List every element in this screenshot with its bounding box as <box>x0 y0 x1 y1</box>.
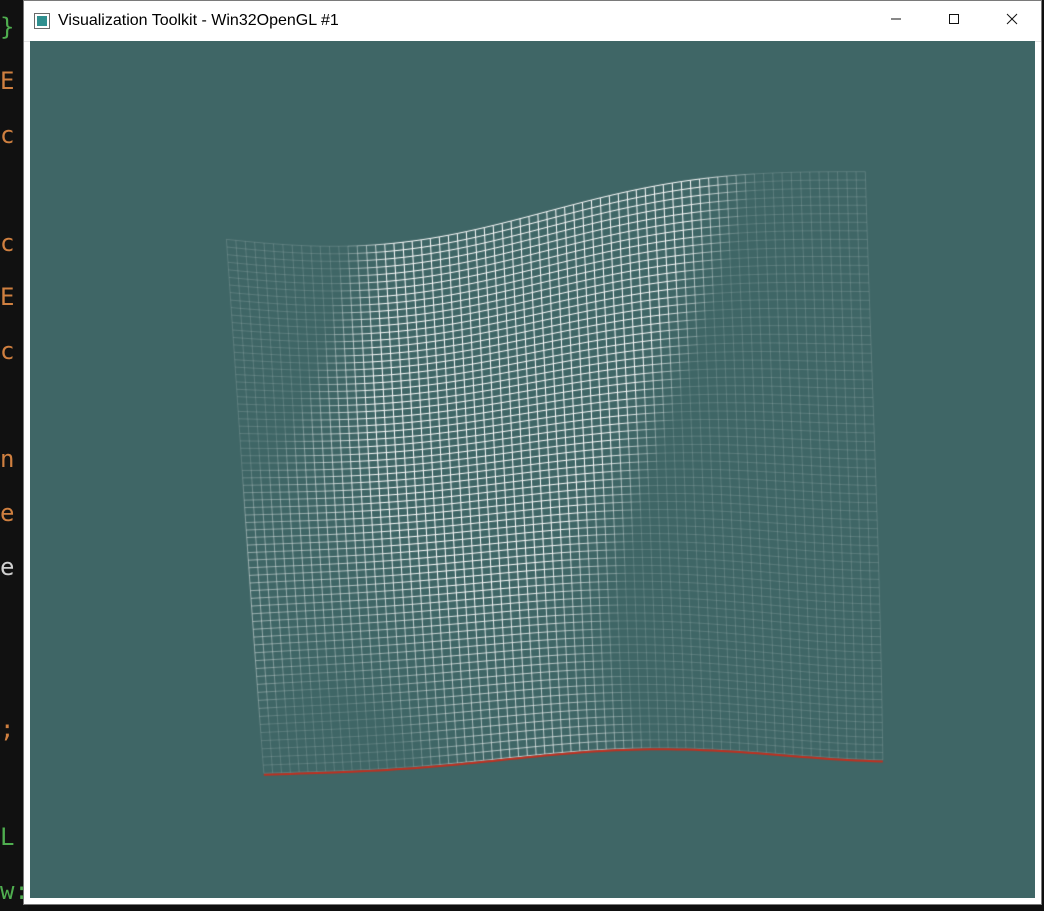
titlebar[interactable]: Visualization Toolkit - Win32OpenGL #1 <box>24 1 1041 42</box>
window-title: Visualization Toolkit - Win32OpenGL #1 <box>58 12 339 30</box>
window-controls <box>867 1 1041 41</box>
minimize-icon <box>890 12 902 30</box>
close-icon <box>1006 12 1018 30</box>
minimize-button[interactable] <box>867 1 925 41</box>
opengl-viewport[interactable] <box>30 41 1035 898</box>
app-icon <box>34 13 50 29</box>
mesh-wireframe <box>30 41 1035 898</box>
maximize-icon <box>948 12 960 30</box>
maximize-button[interactable] <box>925 1 983 41</box>
close-button[interactable] <box>983 1 1041 41</box>
vtk-window: Visualization Toolkit - Win32OpenGL #1 <box>23 0 1042 905</box>
